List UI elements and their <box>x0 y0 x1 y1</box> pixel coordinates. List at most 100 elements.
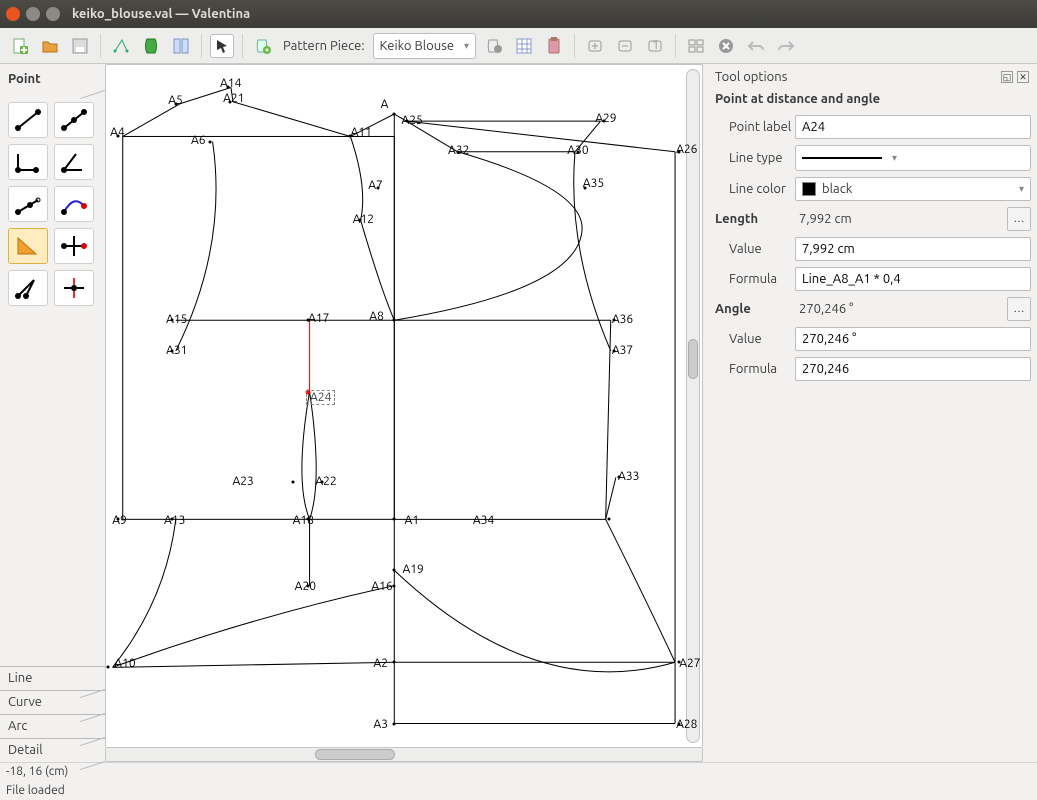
point-label-A20: A20 <box>295 580 316 593</box>
tool-point-intersection[interactable] <box>54 228 94 264</box>
tab-detail[interactable]: Detail <box>0 738 105 762</box>
point-label-A12: A12 <box>353 213 374 226</box>
point-label-A28: A28 <box>676 718 697 731</box>
table-icon[interactable] <box>512 34 536 58</box>
close-icon[interactable] <box>6 7 20 21</box>
angle-expand-button[interactable]: … <box>1007 297 1031 321</box>
svg-text:1: 1 <box>652 39 659 52</box>
point-label-A9: A9 <box>112 514 127 527</box>
length-expand-button[interactable]: … <box>1007 207 1031 231</box>
tool-bisector[interactable] <box>54 144 94 180</box>
pattern-piece-label: Pattern Piece: <box>283 39 365 53</box>
point-label-A: A <box>381 98 389 111</box>
point-label-A17: A17 <box>308 312 329 325</box>
status-message: File loaded <box>0 782 1037 800</box>
zoom-in-icon[interactable] <box>583 34 607 58</box>
point-label-A13: A13 <box>164 514 185 527</box>
point-label-A14: A14 <box>220 77 241 90</box>
tool-normal[interactable] <box>8 144 48 180</box>
detail-mode-icon[interactable] <box>139 34 163 58</box>
point-label-A27: A27 <box>679 657 700 670</box>
history-icon[interactable] <box>542 34 566 58</box>
tool-line-intersect-axis[interactable] <box>54 270 94 306</box>
point-label-A30: A30 <box>567 144 588 157</box>
point-label-A35: A35 <box>583 177 604 190</box>
point-label-A4: A4 <box>110 126 125 139</box>
tool-height[interactable] <box>8 270 48 306</box>
point-label-A21: A21 <box>223 92 244 105</box>
undock-icon[interactable]: ◱ <box>1001 71 1013 83</box>
vertical-scrollbar[interactable] <box>686 69 700 743</box>
draw-mode-icon[interactable] <box>109 34 133 58</box>
point-label-A32: A32 <box>448 144 469 157</box>
save-icon[interactable] <box>68 34 92 58</box>
horizontal-scrollbar[interactable] <box>105 748 703 762</box>
point-label-A31: A31 <box>166 344 187 357</box>
config-icon[interactable] <box>482 34 506 58</box>
tab-curve[interactable]: Curve <box>0 690 105 714</box>
length-value-input[interactable] <box>795 237 1031 261</box>
tool-triangle[interactable] <box>8 228 48 264</box>
arrow-tool-icon[interactable] <box>210 34 234 58</box>
new-piece-icon[interactable] <box>251 34 275 58</box>
point-label-A36: A36 <box>612 313 633 326</box>
new-icon[interactable] <box>8 34 32 58</box>
point-label-A1: A1 <box>405 514 420 527</box>
titlebar: keiko_blouse.val — Valentina <box>0 0 1037 28</box>
stop-icon[interactable] <box>714 34 738 58</box>
point-label-A16: A16 <box>371 580 392 593</box>
point-label-A3: A3 <box>373 718 388 731</box>
point-label-A7: A7 <box>368 179 383 192</box>
tool-endpoint[interactable] <box>8 102 48 138</box>
minimize-icon[interactable] <box>26 7 40 21</box>
point-label-A6: A6 <box>191 134 206 147</box>
layout-mode-icon[interactable] <box>169 34 193 58</box>
line-color-combo[interactable]: black <box>795 177 1031 201</box>
pattern-piece-combo[interactable]: Keiko Blouse <box>373 33 477 59</box>
angle-value-input[interactable] <box>795 327 1031 351</box>
window-title: keiko_blouse.val — Valentina <box>72 7 250 21</box>
tool-along-line[interactable] <box>54 102 94 138</box>
close-panel-icon[interactable]: ✕ <box>1017 71 1029 83</box>
zoom-out-icon[interactable] <box>613 34 637 58</box>
tab-line[interactable]: Line <box>0 666 105 690</box>
tab-arc[interactable]: Arc <box>0 714 105 738</box>
point-label-A19: A19 <box>402 563 423 576</box>
maximize-icon[interactable] <box>46 7 60 21</box>
tool-options-panel: Tool options ◱ ✕ Point at distance and a… <box>707 64 1037 762</box>
undo-icon[interactable] <box>744 34 768 58</box>
angle-value: 270,246 ° <box>795 302 853 316</box>
point-label-A26: A26 <box>676 143 697 156</box>
angle-formula-input[interactable] <box>795 357 1031 381</box>
point-label-A8: A8 <box>369 310 384 323</box>
point-label-A11: A11 <box>351 126 372 139</box>
length-value: 7,992 cm <box>795 212 852 226</box>
tab-point[interactable]: Point <box>0 68 105 92</box>
drawing-canvas[interactable]: A A1 A2 A3 A4 A5 A6 A7 A8 A9 A10 A11 A12 A13 A14 A15 A16… <box>105 64 703 748</box>
point-label-A15: A15 <box>166 313 187 326</box>
zoom-original-icon[interactable]: 1 <box>643 34 667 58</box>
length-formula-input[interactable] <box>795 267 1031 291</box>
status-coords: -18, 16 (cm) <box>0 762 1037 782</box>
open-icon[interactable] <box>38 34 62 58</box>
point-label-A23: A23 <box>232 475 253 488</box>
point-label-A34: A34 <box>473 514 494 527</box>
tool-subtitle: Point at distance and angle <box>713 90 1031 112</box>
tool-contact[interactable] <box>54 186 94 222</box>
point-label-A18: A18 <box>293 514 314 527</box>
point-label-A2: A2 <box>373 657 388 670</box>
point-label-A25: A25 <box>401 114 422 127</box>
main-toolbar: Pattern Piece: Keiko Blouse 1 <box>0 28 1037 64</box>
redo-icon[interactable] <box>774 34 798 58</box>
tool-shoulder[interactable] <box>8 186 48 222</box>
point-label-input[interactable] <box>795 115 1031 139</box>
panel-title: Tool options <box>715 70 787 84</box>
zoom-fit-icon[interactable] <box>684 34 708 58</box>
point-label-A24: A24 <box>306 390 335 405</box>
point-label-A5: A5 <box>168 94 183 107</box>
point-label-A29: A29 <box>595 112 616 125</box>
point-label-A22: A22 <box>315 475 336 488</box>
point-label-A37: A37 <box>612 344 633 357</box>
point-label-A10: A10 <box>114 657 135 670</box>
line-type-combo[interactable] <box>795 145 1031 171</box>
